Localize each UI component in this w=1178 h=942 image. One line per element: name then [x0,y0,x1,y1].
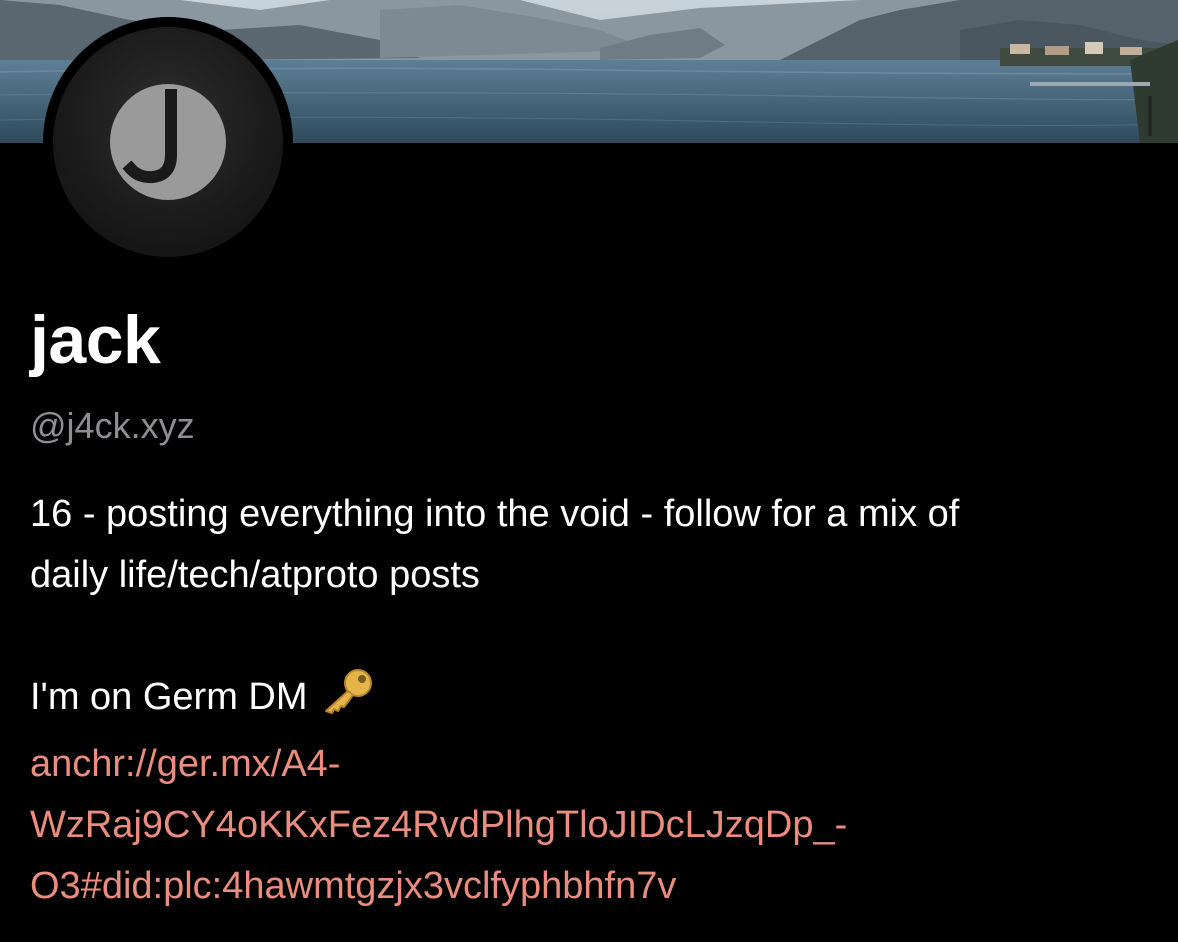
bio-spacer [30,606,1150,667]
display-name: jack [30,302,161,378]
bio-link[interactable]: WzRaj9CY4oKKxFez4RvdPlhgTloJIDcLJzqDp_- [30,795,1150,856]
key-icon [320,667,376,734]
bio-germ-text: I'm on Germ DM [30,676,308,718]
avatar-image [53,27,283,257]
bio-line-germ: I'm on Germ DM [30,667,1150,734]
bio-link[interactable]: anchr://ger.mx/A4- [30,734,1150,795]
avatar[interactable] [43,17,293,267]
avatar-letter-icon [110,84,226,200]
profile-handle[interactable]: @j4ck.xyz [30,402,195,450]
profile-bio: 16 - posting everything into the void - … [30,484,1150,917]
bio-line: 16 - posting everything into the void - … [30,493,960,535]
bio-link[interactable]: O3#did:plc:4hawmtgzjx3vclfyphbhfn7v [30,856,1150,917]
bio-line: daily life/tech/atproto posts [30,554,480,596]
